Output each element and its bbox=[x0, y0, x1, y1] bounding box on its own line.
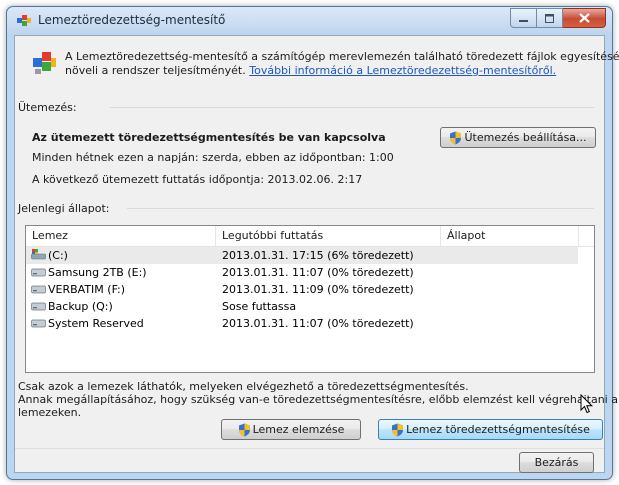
defrag-large-icon bbox=[33, 52, 56, 74]
caption-buttons bbox=[510, 8, 606, 28]
disk-row-f[interactable]: VERBATIM (F:) 2013.01.31. 11:09 (0% töre… bbox=[26, 281, 578, 298]
schedule-section-label: Ütemezés: bbox=[18, 101, 77, 114]
analyze-disk-button[interactable]: Lemez elemzése bbox=[221, 419, 361, 440]
schedule-status-heading: Az ütemezett töredezettségmentesítés be … bbox=[32, 131, 386, 144]
system-drive-icon bbox=[31, 249, 46, 260]
status-separator bbox=[127, 208, 594, 209]
disk-name-cell: System Reserved bbox=[31, 315, 144, 332]
footer-note-2: Annak megállapításához, hogy szükség van… bbox=[18, 393, 618, 406]
disk-row-c[interactable]: (C:) 2013.01.31. 17:15 (6% töredezett) bbox=[26, 247, 578, 264]
disk-name: (C:) bbox=[48, 249, 68, 262]
disk-name-cell: Samsung 2TB (E:) bbox=[31, 264, 147, 281]
configure-schedule-button[interactable]: Ütemezés beállítása... bbox=[440, 127, 596, 148]
disk-row-system-reserved[interactable]: System Reserved 2013.01.31. 11:07 (0% tö… bbox=[26, 315, 578, 332]
defrag-app-icon bbox=[17, 15, 31, 26]
uac-shield-icon bbox=[450, 131, 462, 144]
close-button[interactable]: Bezárás bbox=[519, 452, 594, 473]
last-run-cell: Sose futtassa bbox=[222, 300, 297, 313]
disk-name-cell: (C:) bbox=[31, 247, 68, 264]
disk-name: System Reserved bbox=[48, 317, 144, 330]
hard-drive-icon bbox=[31, 285, 46, 294]
last-run-cell: 2013.01.31. 11:09 (0% töredezett) bbox=[222, 283, 414, 296]
uac-shield-icon bbox=[392, 423, 404, 436]
column-header-disk[interactable]: Lemez bbox=[26, 226, 216, 246]
close-icon bbox=[578, 13, 590, 23]
configure-schedule-label: Ütemezés beállítása... bbox=[464, 131, 587, 144]
schedule-next-run: A következő ütemezett futtatás időpontja… bbox=[32, 173, 363, 186]
mouse-cursor-icon bbox=[580, 394, 594, 414]
disk-row-q[interactable]: Backup (Q:) Sose futtassa bbox=[26, 298, 578, 315]
disk-name-cell: Backup (Q:) bbox=[31, 298, 113, 315]
disk-name-cell: VERBATIM (F:) bbox=[31, 281, 125, 298]
defragment-disk-label: Lemez töredezettségmentesítése bbox=[406, 423, 590, 436]
disk-row-e[interactable]: Samsung 2TB (E:) 2013.01.31. 11:07 (0% t… bbox=[26, 264, 578, 281]
hard-drive-icon bbox=[31, 302, 46, 311]
defrag-window: Lemeztöredezettség-mentesítő A Lemeztöre… bbox=[6, 6, 619, 480]
hard-drive-icon bbox=[31, 268, 46, 277]
maximize-button[interactable] bbox=[537, 8, 563, 28]
intro-text-line2: növeli a rendszer teljesítményét. Tovább… bbox=[65, 64, 556, 77]
maximize-icon bbox=[545, 13, 554, 23]
defragment-disk-button[interactable]: Lemez töredezettségmentesítése bbox=[378, 419, 603, 440]
column-header-last-run[interactable]: Legutóbbi futtatás bbox=[216, 226, 441, 246]
schedule-run-info: Minden hétnek ezen a napján: szerda, ebb… bbox=[32, 151, 394, 164]
footer-note-3: lemezeken. bbox=[18, 406, 82, 419]
hard-drive-icon bbox=[31, 319, 46, 328]
disk-name: Samsung 2TB (E:) bbox=[48, 266, 147, 279]
title-bar[interactable]: Lemeztöredezettség-mentesítő bbox=[7, 7, 612, 34]
current-status-label: Jelenlegi állapot: bbox=[18, 202, 110, 215]
intro-text-line1: A Lemeztöredezettség-mentesítő a számító… bbox=[65, 50, 619, 63]
minimize-button[interactable] bbox=[510, 8, 537, 28]
uac-shield-icon bbox=[238, 423, 250, 436]
window-title: Lemeztöredezettség-mentesítő bbox=[38, 13, 226, 27]
disk-list-header: Lemez Legutóbbi futtatás Állapot bbox=[26, 226, 594, 247]
last-run-cell: 2013.01.31. 11:07 (0% töredezett) bbox=[222, 317, 414, 330]
schedule-separator bbox=[110, 107, 594, 108]
minimize-icon bbox=[519, 19, 528, 22]
disk-name: Backup (Q:) bbox=[48, 300, 113, 313]
dialog-body: A Lemeztöredezettség-mentesítő a számító… bbox=[14, 35, 619, 473]
footer-note-1: Csak azok a lemezek láthatók, melyeken e… bbox=[18, 380, 469, 393]
more-info-link[interactable]: További információ a Lemeztöredezettség-… bbox=[249, 64, 556, 77]
close-window-button[interactable] bbox=[563, 8, 606, 28]
analyze-disk-label: Lemez elemzése bbox=[252, 423, 345, 436]
last-run-cell: 2013.01.31. 17:15 (6% töredezett) bbox=[222, 249, 414, 262]
disk-list[interactable]: Lemez Legutóbbi futtatás Állapot (C:) 20… bbox=[25, 225, 595, 373]
disk-name: VERBATIM (F:) bbox=[48, 283, 126, 296]
close-button-label: Bezárás bbox=[534, 456, 579, 469]
intro-text-prefix: növeli a rendszer teljesítményét. bbox=[65, 64, 246, 77]
last-run-cell: 2013.01.31. 11:07 (0% töredezett) bbox=[222, 266, 414, 279]
column-header-status[interactable]: Állapot bbox=[441, 226, 579, 246]
footer-separator bbox=[15, 448, 604, 449]
